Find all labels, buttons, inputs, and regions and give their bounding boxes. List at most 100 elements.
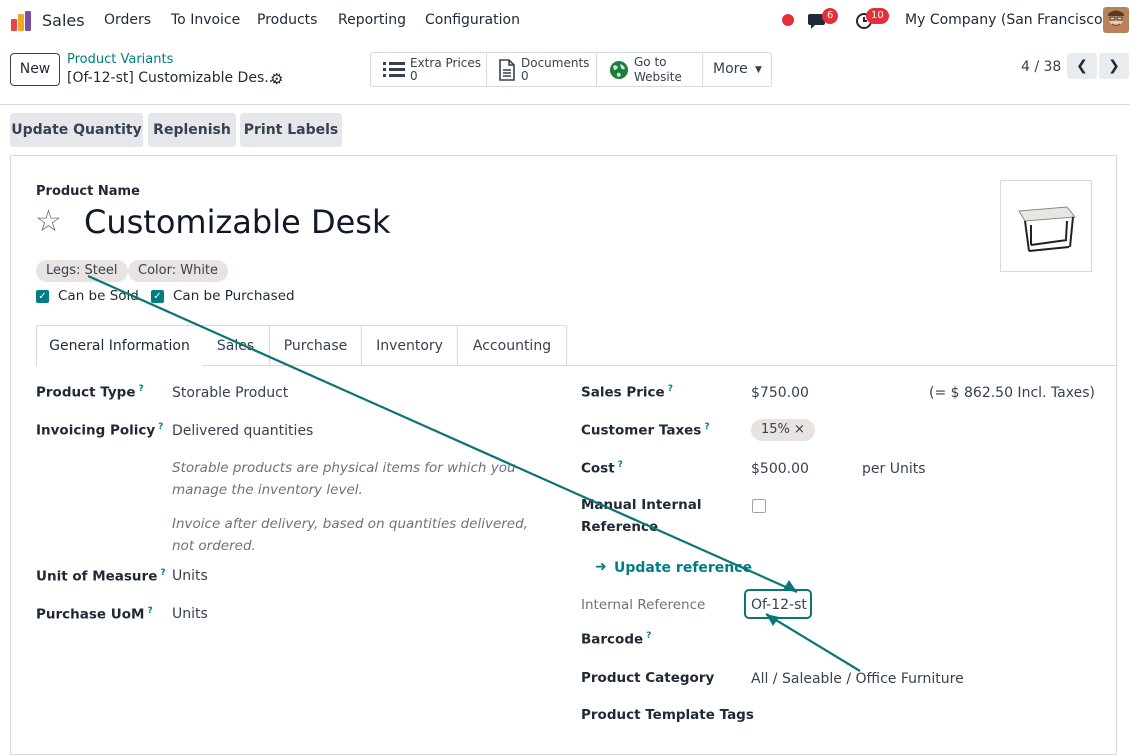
attribute-tag-color: Color: White (128, 260, 229, 282)
pager-value[interactable]: 4 / 38 (1021, 59, 1061, 75)
barcode-label: Barcode? (581, 631, 651, 648)
tax-tag[interactable]: 15% × (751, 419, 815, 441)
tab-sales[interactable]: Sales (202, 325, 270, 365)
invoicing-policy-value[interactable]: Delivered quantities (172, 423, 313, 439)
update-reference-button[interactable]: Update reference (614, 560, 752, 576)
uom-label-text: Unit of Measure (36, 568, 158, 585)
go-to-website-button[interactable]: Go to Website (597, 53, 703, 86)
can-be-purchased-checkbox[interactable]: ✓ (151, 290, 164, 303)
website-label-line1: Go to (634, 55, 667, 69)
invoicing-policy-label: Invoicing Policy? (36, 422, 163, 439)
document-icon (499, 59, 515, 81)
extra-prices-button[interactable]: Extra Prices 0 (371, 53, 487, 86)
manual-ref-label-line2: Reference (581, 519, 659, 535)
product-image[interactable] (1000, 180, 1092, 272)
purchase-uom-value[interactable]: Units (172, 606, 208, 622)
help-icon[interactable]: ? (158, 422, 163, 432)
control-panel: New Product Variants [Of-12-st] Customiz… (0, 42, 1130, 105)
help-icon[interactable]: ? (160, 568, 165, 578)
product-name[interactable]: Customizable Desk (84, 202, 390, 242)
more-button[interactable]: More ▼ (703, 53, 771, 86)
menu-to-invoice[interactable]: To Invoice (171, 12, 240, 28)
pager-previous-icon[interactable]: ❮ (1067, 53, 1097, 79)
remove-tag-icon[interactable]: × (794, 422, 805, 437)
messages-badge: 6 (822, 8, 839, 24)
top-navbar: Sales Orders To Invoice Products Reporti… (0, 0, 1130, 42)
help-icon[interactable]: ? (704, 422, 709, 432)
attribute-tag-legs: Legs: Steel (36, 260, 128, 282)
template-tags-label: Product Template Tags (581, 707, 754, 723)
cost-label-text: Cost (581, 460, 615, 477)
gear-icon[interactable]: ⚙ (270, 70, 283, 88)
documents-label: Documents (521, 56, 590, 70)
cost-value[interactable]: $500.00 (751, 461, 809, 477)
tax-tag-label: 15% (761, 422, 790, 437)
notebook-tabs: General Information Sales Purchase Inven… (36, 325, 1118, 366)
tab-accounting[interactable]: Accounting (457, 325, 567, 365)
more-label: More (713, 61, 748, 77)
status-dot-icon[interactable] (782, 14, 794, 26)
sales-price-incl-taxes: (= $ 862.50 Incl. Taxes) (929, 385, 1095, 401)
activities-badge: 10 (866, 8, 889, 24)
list-icon (383, 62, 405, 77)
help-icon[interactable]: ? (618, 460, 623, 470)
cost-per-unit: per Units (862, 461, 926, 477)
product-name-label: Product Name (36, 184, 140, 199)
sales-price-label-text: Sales Price (581, 384, 665, 401)
extra-prices-value: 0 (410, 69, 418, 83)
arrow-right-icon[interactable]: ➜ (595, 559, 607, 575)
favorite-star-icon[interactable]: ☆ (35, 202, 62, 242)
breadcrumb-product-variants[interactable]: Product Variants (67, 52, 173, 67)
form-sheet: Product Name ☆ Customizable Desk Legs: S… (10, 155, 1118, 755)
update-quantity-button[interactable]: Update Quantity (10, 113, 143, 147)
barcode-label-text: Barcode (581, 631, 644, 648)
pager-next-icon[interactable]: ❯ (1099, 53, 1129, 79)
app-name[interactable]: Sales (42, 11, 85, 30)
company-switcher[interactable]: My Company (San Francisco) (905, 12, 1108, 28)
help-icon[interactable]: ? (646, 631, 651, 641)
caret-down-icon: ▼ (755, 65, 762, 75)
invoicing-policy-help: Invoice after delivery, based on quantit… (172, 516, 528, 554)
sales-price-label: Sales Price? (581, 384, 673, 401)
cost-label: Cost? (581, 460, 623, 477)
menu-reporting[interactable]: Reporting (338, 12, 406, 28)
replenish-button[interactable]: Replenish (148, 113, 236, 147)
product-type-help: Storable products are physical items for… (172, 460, 516, 498)
help-icon[interactable]: ? (138, 384, 143, 394)
manual-ref-checkbox[interactable] (752, 499, 766, 513)
product-category-label: Product Category (581, 670, 715, 686)
help-icon[interactable]: ? (147, 606, 152, 616)
purchase-uom-label: Purchase UoM? (36, 606, 153, 623)
globe-icon (610, 61, 628, 79)
menu-products[interactable]: Products (257, 12, 317, 28)
product-type-value[interactable]: Storable Product (172, 385, 288, 401)
menu-orders[interactable]: Orders (104, 12, 151, 28)
record-name: [Of-12-st] Customizable Des... (67, 70, 278, 86)
product-type-label-text: Product Type (36, 384, 136, 401)
print-labels-button[interactable]: Print Labels (240, 113, 342, 147)
help-icon[interactable]: ? (668, 384, 673, 394)
tab-purchase[interactable]: Purchase (269, 325, 362, 365)
tab-general-information[interactable]: General Information (36, 325, 203, 366)
uom-value[interactable]: Units (172, 568, 208, 584)
documents-button[interactable]: Documents 0 (487, 53, 597, 86)
extra-prices-label: Extra Prices (410, 56, 482, 70)
invoicing-policy-label-text: Invoicing Policy (36, 422, 156, 439)
internal-reference-highlight (744, 589, 812, 619)
can-be-sold-checkbox[interactable]: ✓ (36, 290, 49, 303)
customer-taxes-label-text: Customer Taxes (581, 422, 702, 439)
sales-price-value[interactable]: $750.00 (751, 385, 809, 401)
new-button[interactable]: New (10, 53, 60, 86)
menu-configuration[interactable]: Configuration (425, 12, 520, 28)
website-label-line2: Website (634, 70, 682, 84)
customer-taxes-label: Customer Taxes? (581, 422, 710, 439)
user-avatar[interactable] (1103, 7, 1129, 33)
can-be-sold-label: Can be Sold (58, 288, 139, 304)
purchase-uom-label-text: Purchase UoM (36, 606, 145, 623)
internal-reference-label: Internal Reference (581, 597, 706, 613)
product-type-label: Product Type? (36, 384, 144, 401)
sales-app-icon[interactable] (9, 9, 33, 33)
tab-inventory[interactable]: Inventory (361, 325, 458, 365)
product-category-value[interactable]: All / Saleable / Office Furniture (751, 671, 964, 687)
documents-value: 0 (521, 69, 529, 83)
